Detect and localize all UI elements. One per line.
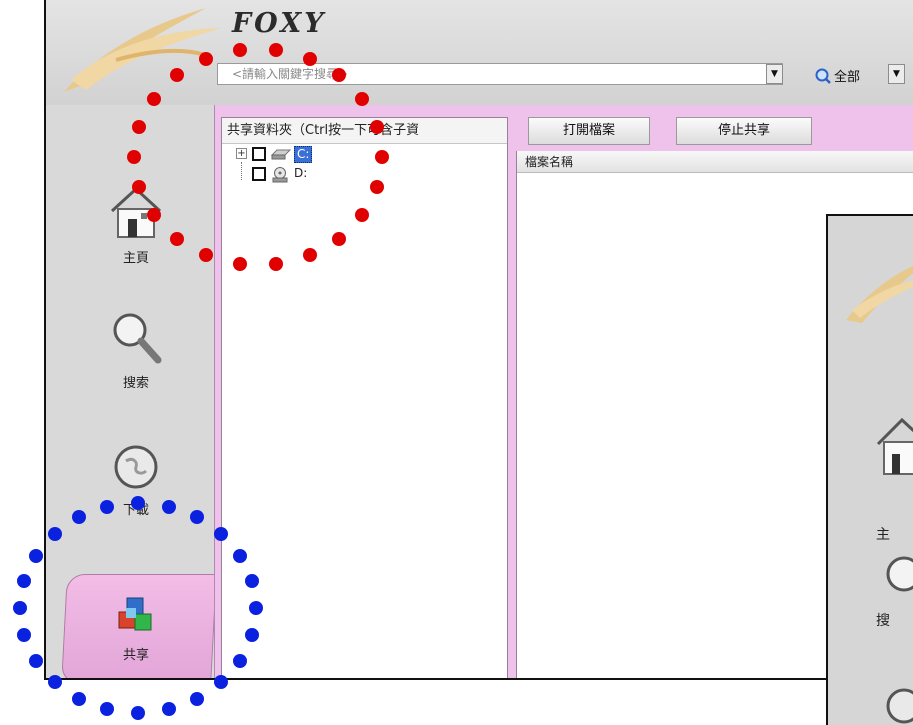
globe-icon — [886, 688, 913, 724]
annotation-dot — [72, 691, 86, 706]
annotation-dot — [132, 119, 147, 134]
annotation-dot — [47, 675, 62, 690]
expand-plus-icon[interactable]: + — [236, 148, 247, 159]
annotation-dot — [233, 548, 248, 563]
brand-logo-text: FOXY — [232, 8, 327, 39]
search-scope-select[interactable]: 全部 — [814, 66, 860, 85]
drive-d-checkbox[interactable] — [252, 167, 266, 181]
annotation-dot — [214, 675, 229, 690]
annotation-dot — [268, 256, 283, 271]
annotation-dot — [233, 653, 248, 668]
annotation-dot — [72, 510, 86, 525]
annotation-dot — [28, 653, 43, 668]
annotation-dot — [190, 510, 204, 525]
second-foxy-screenshot-inset: 主 搜 — [826, 214, 913, 725]
annotation-dot — [369, 119, 384, 134]
annotation-dot — [169, 231, 184, 246]
search-input[interactable]: <請輸入關鍵字搜尋> — [217, 63, 783, 85]
nav-item-share[interactable]: 共享 — [76, 596, 196, 663]
foxy-logo-swoosh-icon — [846, 265, 913, 323]
annotation-dot — [17, 573, 32, 588]
annotation-dot — [100, 499, 115, 514]
annotation-dot — [302, 248, 317, 263]
annotation-dot — [249, 601, 263, 615]
annotation-dot — [28, 548, 43, 563]
share-cubes-icon — [118, 597, 152, 631]
annotation-dot — [131, 706, 145, 720]
search-history-dropdown-button[interactable]: ▼ — [766, 64, 783, 84]
file-name-column-header[interactable]: 檔案名稱 — [517, 151, 913, 173]
annotation-dot — [47, 526, 62, 541]
annotation-dot — [190, 691, 204, 706]
annotation-dot — [161, 702, 176, 717]
annotation-dot — [332, 231, 347, 246]
stop-sharing-button[interactable]: 停止共享 — [676, 117, 812, 145]
annotation-dot — [100, 702, 115, 717]
tree-row-drive-d[interactable]: D: — [222, 164, 507, 184]
search-scope-label: 全部 — [834, 70, 861, 85]
foxy-logo-swoosh-icon — [64, 8, 221, 92]
annotation-dot — [161, 499, 176, 514]
nav-label-share: 共享 — [122, 648, 149, 663]
magnifier-icon — [113, 313, 162, 364]
annotation-dot — [127, 150, 141, 164]
inset-nav-label-home: 主 — [876, 527, 890, 543]
shared-folder-header: 共享資料夾（Ctrl按一下可含子資 — [222, 118, 507, 144]
foxy-window: FOXY <請輸入關鍵字搜尋> ▼ 全部 ▼ 主頁 搜索 下載 共享 共享資料夾… — [44, 0, 913, 680]
share-content-area: 共享資料夾（Ctrl按一下可含子資 + C: D: 打開檔案 停止共享 檔案名稱 — [214, 105, 913, 678]
annotation-dot — [355, 91, 370, 106]
annotation-dot — [146, 91, 161, 106]
annotation-dot — [13, 601, 27, 615]
search-scope-dropdown-button[interactable]: ▼ — [888, 64, 905, 84]
inset-nav-label-search: 搜 — [876, 613, 890, 629]
globe-icon — [114, 445, 158, 489]
hard-drive-icon — [271, 149, 291, 160]
open-file-button[interactable]: 打開檔案 — [528, 117, 650, 145]
annotation-dot — [131, 496, 145, 510]
annotation-dot — [268, 43, 283, 58]
home-icon — [876, 417, 913, 475]
tree-row-drive-c[interactable]: + C: — [222, 144, 507, 164]
drive-c-label[interactable]: C: — [294, 146, 313, 163]
shared-folder-tree[interactable]: 共享資料夾（Ctrl按一下可含子資 + C: D: — [221, 117, 508, 678]
annotation-dot — [244, 573, 259, 588]
annotation-dot — [17, 628, 32, 643]
annotation-dot — [146, 208, 161, 223]
annotation-dot — [375, 150, 389, 164]
title-bar: FOXY <請輸入關鍵字搜尋> ▼ 全部 ▼ — [46, 0, 913, 105]
nav-item-search[interactable]: 搜索 — [76, 308, 196, 391]
drive-c-checkbox[interactable] — [252, 147, 266, 161]
nav-label-home: 主頁 — [122, 251, 149, 266]
nav-item-home[interactable]: 主頁 — [76, 185, 196, 266]
annotation-dot — [302, 51, 317, 66]
cd-drive-icon — [272, 167, 288, 183]
magnifier-icon — [815, 68, 831, 84]
drive-d-label[interactable]: D: — [292, 166, 309, 181]
magnifier-icon — [886, 556, 913, 592]
nav-label-search: 搜索 — [122, 376, 149, 391]
